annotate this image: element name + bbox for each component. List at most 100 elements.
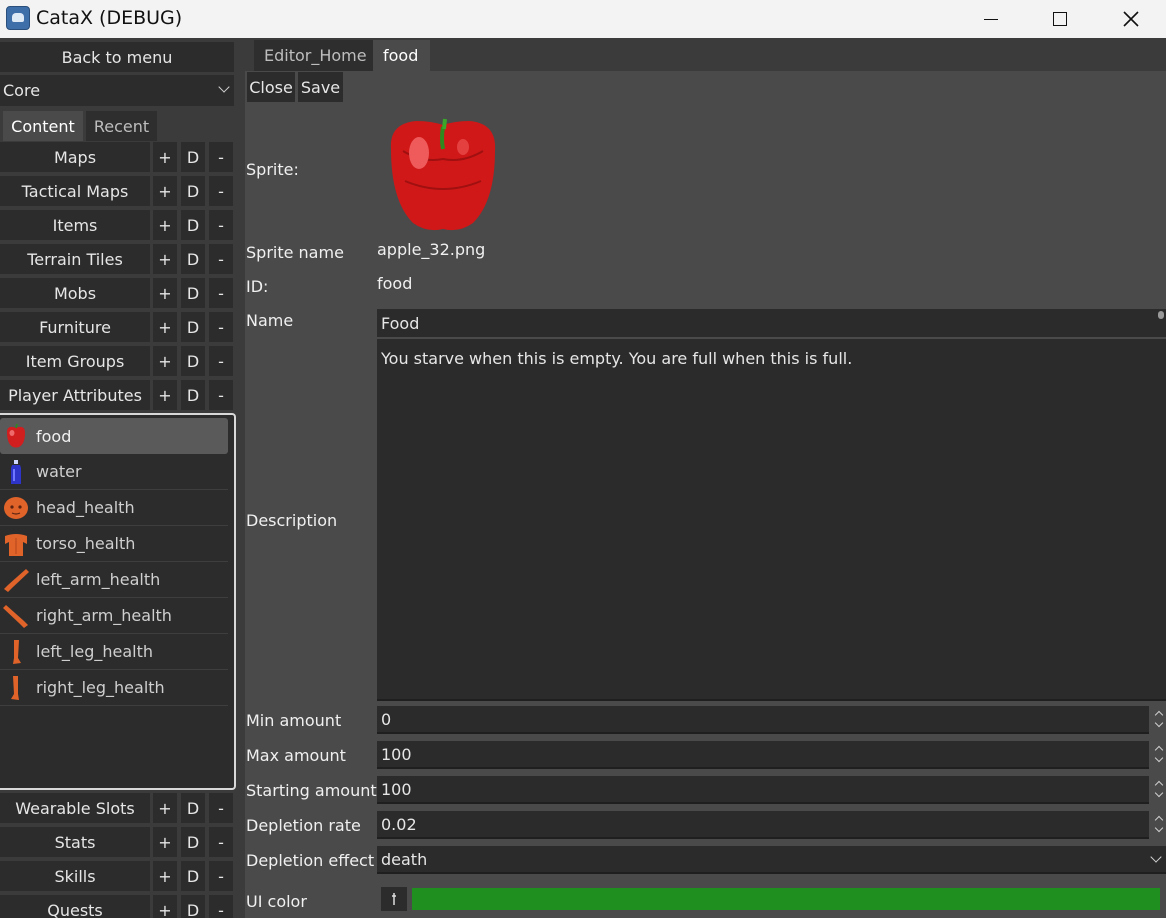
sprite-preview[interactable] bbox=[383, 111, 503, 233]
spin-arrows-icon[interactable] bbox=[1155, 711, 1163, 727]
title-bar: CataX (DEBUG) bbox=[0, 0, 1166, 38]
add-button[interactable]: + bbox=[153, 346, 177, 376]
add-button[interactable]: + bbox=[153, 895, 177, 918]
category-items-button[interactable]: Items bbox=[0, 210, 150, 240]
maximize-button[interactable] bbox=[1025, 0, 1095, 38]
list-item-torso-health[interactable]: torso_health bbox=[0, 526, 228, 562]
minimize-icon bbox=[984, 18, 998, 20]
category-stats-button[interactable]: Stats bbox=[0, 827, 150, 857]
add-button[interactable]: + bbox=[153, 244, 177, 274]
close-window-button[interactable] bbox=[1096, 0, 1166, 38]
spin-arrows-icon[interactable] bbox=[1155, 781, 1163, 797]
spin-arrows-icon[interactable] bbox=[1155, 816, 1163, 832]
duplicate-button[interactable]: D bbox=[181, 176, 205, 206]
depletion-rate-spinbox[interactable]: 0.02 bbox=[377, 811, 1149, 839]
list-item-left-leg-health[interactable]: left_leg_health bbox=[0, 634, 228, 670]
duplicate-button[interactable]: D bbox=[181, 895, 205, 918]
delete-button[interactable]: - bbox=[209, 895, 233, 918]
sprite-name-value: apple_32.png bbox=[377, 240, 486, 259]
category-mobs-button[interactable]: Mobs bbox=[0, 278, 150, 308]
delete-button[interactable]: - bbox=[209, 827, 233, 857]
close-button[interactable]: Close bbox=[247, 72, 295, 102]
duplicate-button[interactable]: D bbox=[181, 793, 205, 823]
category-maps-button[interactable]: Maps bbox=[0, 142, 150, 172]
list-item-left-arm-health[interactable]: left_arm_health bbox=[0, 562, 228, 598]
category-item-groups-button[interactable]: Item Groups bbox=[0, 346, 150, 376]
list-item-food[interactable]: food bbox=[0, 418, 228, 454]
add-button[interactable]: + bbox=[153, 380, 177, 410]
tab-editor-home[interactable]: Editor_Home bbox=[254, 40, 373, 71]
scrollbar-handle[interactable] bbox=[1158, 311, 1164, 319]
duplicate-button[interactable]: D bbox=[181, 380, 205, 410]
category-tactical-maps-button[interactable]: Tactical Maps bbox=[0, 176, 150, 206]
add-button[interactable]: + bbox=[153, 861, 177, 891]
category-skills-button[interactable]: Skills bbox=[0, 861, 150, 891]
ui-color-label: UI color bbox=[246, 892, 307, 911]
duplicate-button[interactable]: D bbox=[181, 346, 205, 376]
duplicate-button[interactable]: D bbox=[181, 861, 205, 891]
delete-button[interactable]: - bbox=[209, 210, 233, 240]
starting-amount-label: Starting amount bbox=[246, 781, 377, 800]
app-icon bbox=[6, 6, 30, 30]
list-item-water[interactable]: water bbox=[0, 454, 228, 490]
delete-button[interactable]: - bbox=[209, 278, 233, 308]
category-row-stats: Stats + D - bbox=[0, 827, 236, 857]
leg-icon bbox=[11, 676, 19, 700]
delete-button[interactable]: - bbox=[209, 176, 233, 206]
add-button[interactable]: + bbox=[153, 176, 177, 206]
category-wearable-slots-button[interactable]: Wearable Slots bbox=[0, 793, 150, 823]
add-button[interactable]: + bbox=[153, 210, 177, 240]
delete-button[interactable]: - bbox=[209, 142, 233, 172]
max-amount-spinbox[interactable]: 100 bbox=[377, 741, 1149, 769]
attribute-editor: Close Save Sprite: Sprite name apple_32.… bbox=[245, 71, 1166, 918]
eyedropper-icon bbox=[392, 893, 396, 905]
duplicate-button[interactable]: D bbox=[181, 278, 205, 308]
save-button[interactable]: Save bbox=[298, 72, 343, 102]
tab-content[interactable]: Content bbox=[3, 111, 83, 141]
ui-color-swatch[interactable] bbox=[412, 888, 1160, 910]
delete-button[interactable]: - bbox=[209, 346, 233, 376]
list-item-right-leg-health[interactable]: right_leg_health bbox=[0, 670, 228, 706]
tab-food[interactable]: food bbox=[373, 40, 430, 71]
delete-button[interactable]: - bbox=[209, 861, 233, 891]
mod-select[interactable]: Core bbox=[0, 75, 234, 106]
add-button[interactable]: + bbox=[153, 278, 177, 308]
category-quests-button[interactable]: Quests bbox=[0, 895, 150, 918]
duplicate-button[interactable]: D bbox=[181, 312, 205, 342]
maximize-icon bbox=[1053, 12, 1067, 26]
apple-icon bbox=[7, 423, 25, 448]
description-textarea[interactable]: You starve when this is empty. You are f… bbox=[377, 339, 1166, 701]
color-picker-button[interactable] bbox=[381, 887, 407, 911]
spin-arrows-icon[interactable] bbox=[1155, 746, 1163, 762]
category-terrain-tiles-button[interactable]: Terrain Tiles bbox=[0, 244, 150, 274]
mod-select-value: Core bbox=[3, 81, 41, 100]
delete-button[interactable]: - bbox=[209, 312, 233, 342]
back-to-menu-button[interactable]: Back to menu bbox=[0, 42, 234, 72]
arm-icon bbox=[3, 605, 28, 628]
add-button[interactable]: + bbox=[153, 793, 177, 823]
duplicate-button[interactable]: D bbox=[181, 244, 205, 274]
starting-amount-value: 100 bbox=[381, 779, 412, 799]
id-label: ID: bbox=[246, 277, 269, 296]
starting-amount-spinbox[interactable]: 100 bbox=[377, 776, 1149, 804]
category-player-attributes-button[interactable]: Player Attributes bbox=[0, 380, 150, 410]
add-button[interactable]: + bbox=[153, 142, 177, 172]
add-button[interactable]: + bbox=[153, 827, 177, 857]
tab-recent[interactable]: Recent bbox=[86, 111, 157, 141]
add-button[interactable]: + bbox=[153, 312, 177, 342]
depletion-effect-label: Depletion effect bbox=[246, 851, 375, 870]
name-input[interactable]: Food bbox=[377, 309, 1166, 337]
depletion-effect-select[interactable]: death bbox=[377, 846, 1166, 874]
list-item-head-health[interactable]: head_health bbox=[0, 490, 228, 526]
min-amount-spinbox[interactable]: 0 bbox=[377, 706, 1149, 734]
delete-button[interactable]: - bbox=[209, 380, 233, 410]
list-item-label: head_health bbox=[36, 498, 135, 517]
delete-button[interactable]: - bbox=[209, 244, 233, 274]
duplicate-button[interactable]: D bbox=[181, 142, 205, 172]
category-furniture-button[interactable]: Furniture bbox=[0, 312, 150, 342]
delete-button[interactable]: - bbox=[209, 793, 233, 823]
minimize-button[interactable] bbox=[956, 0, 1026, 38]
duplicate-button[interactable]: D bbox=[181, 827, 205, 857]
list-item-right-arm-health[interactable]: right_arm_health bbox=[0, 598, 228, 634]
duplicate-button[interactable]: D bbox=[181, 210, 205, 240]
